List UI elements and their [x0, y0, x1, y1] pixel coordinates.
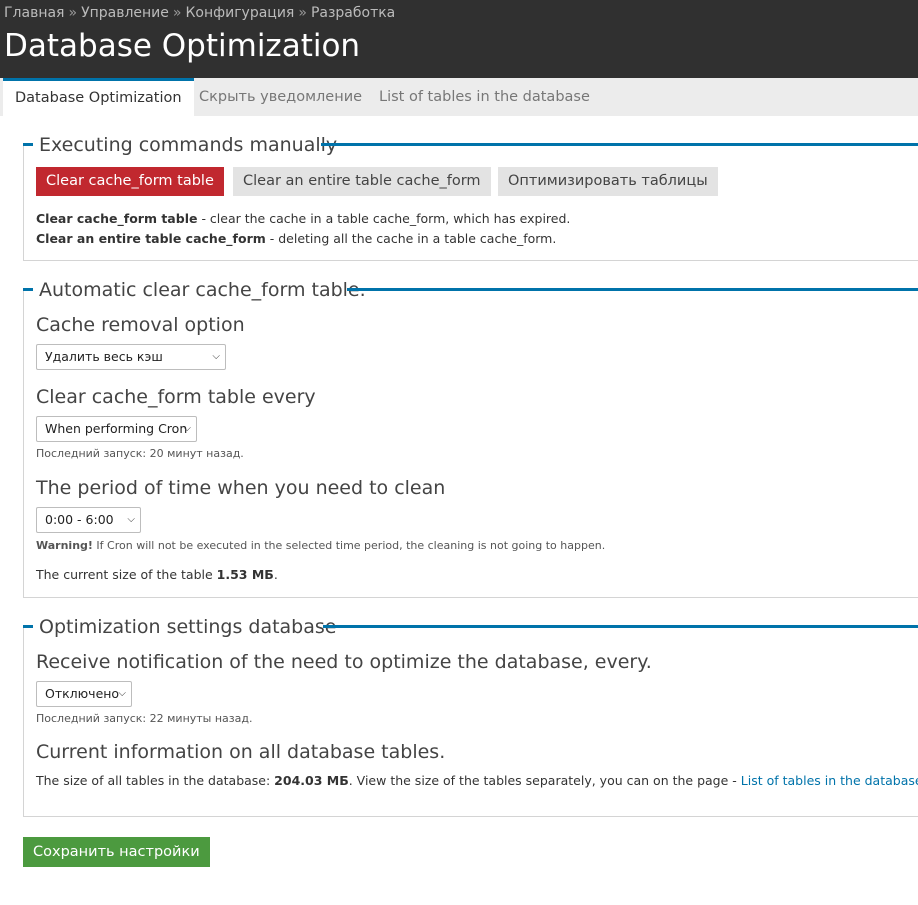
notify-frequency-select[interactable]: Отключено ⌵ [36, 681, 132, 707]
warning-label: Warning! [36, 539, 93, 552]
clear-every-select[interactable]: When performing Cron ⌵ [36, 416, 197, 442]
breadcrumb: Главная» Управление» Конфигурация» Разработ… [4, 5, 395, 21]
breadcrumb-separator: » [68, 5, 78, 21]
fieldset-manual-commands: Executing commands manually Clear cache_… [23, 132, 918, 261]
legend-rule [323, 625, 918, 628]
fieldset-auto-clear: Automatic clear cache_form table. Cache … [23, 277, 918, 598]
breadcrumb-config[interactable]: Конфигурация [185, 5, 294, 21]
breadcrumb-admin[interactable]: Управление [81, 5, 169, 21]
select-value: Удалить весь кэш [45, 349, 163, 364]
description-term: Clear an entire table cache_form [36, 231, 266, 246]
clean-period-select[interactable]: 0:00 - 6:00 ⌵ [36, 507, 141, 533]
warning-text: If Cron will not be executed in the sele… [92, 539, 606, 552]
legend-title: Optimization settings database [38, 614, 343, 640]
description-term: Clear cache_form table [36, 211, 198, 226]
tab-database-optimization[interactable]: Database Optimization [3, 78, 194, 116]
select-value: When performing Cron [45, 421, 188, 436]
breadcrumb-development[interactable]: Разработка [311, 5, 395, 21]
legend-rule [347, 288, 918, 291]
clean-period-label: The period of time when you need to clea… [36, 477, 446, 499]
page-header: Главная» Управление» Конфигурация» Разработ… [0, 0, 918, 78]
cache-removal-label: Cache removal option [36, 314, 245, 336]
table-size-suffix: . [273, 567, 278, 582]
clear-entire-table-button[interactable]: Clear an entire table cache_form [233, 167, 491, 196]
save-settings-button[interactable]: Сохранить настройки [23, 837, 210, 867]
db-size-prefix: The size of all tables in the database: [36, 773, 275, 788]
legend-rule [321, 143, 918, 146]
cron-warning: Warning! If Cron will not be executed in… [36, 539, 605, 552]
legend-accent [23, 625, 33, 628]
db-size-text: The size of all tables in the database: … [36, 773, 918, 788]
table-size-text: The current size of the table 1.53 МБ. [36, 567, 278, 582]
notify-label: Receive notification of the need to opti… [36, 651, 652, 673]
tab-hide-notification[interactable]: Скрыть уведомление [187, 78, 374, 116]
chevron-down-icon: ⌵ [118, 688, 126, 699]
description-text: - clear the cache in a table cache_form,… [197, 211, 571, 226]
cache-removal-select[interactable]: Удалить весь кэш ⌵ [36, 344, 226, 370]
tab-list-of-tables[interactable]: List of tables in the database [367, 78, 602, 116]
select-value: Отключено [45, 686, 120, 701]
fieldset-legend: Automatic clear cache_form table. [23, 277, 918, 303]
chevron-down-icon: ⌵ [212, 351, 220, 362]
legend-title: Executing commands manually [38, 132, 344, 158]
description-clear-all: Clear an entire table cache_form - delet… [36, 231, 556, 246]
legend-accent [23, 288, 33, 291]
db-size-middle: . View the size of the tables separately… [348, 773, 741, 788]
page-title: Database Optimization [4, 28, 361, 64]
db-size-value: 204.03 МБ [274, 773, 349, 788]
table-size-value: 1.53 МБ [216, 567, 274, 582]
select-value: 0:00 - 6:00 [45, 512, 114, 527]
breadcrumb-separator: » [298, 5, 307, 21]
breadcrumb-separator: » [172, 5, 182, 21]
clear-every-label: Clear cache_form table every [36, 386, 316, 408]
last-run-text: Последний запуск: 22 минуты назад. [36, 712, 253, 725]
list-of-tables-link[interactable]: List of tables in the database [741, 773, 918, 788]
description-text: - deleting all the cache in a table cach… [265, 231, 557, 246]
description-clear-expired: Clear cache_form table - clear the cache… [36, 211, 570, 226]
last-run-text: Последний запуск: 20 минут назад. [36, 447, 244, 460]
tab-bar: Database Optimization Скрыть уведомление… [0, 78, 918, 116]
optimize-tables-button[interactable]: Оптимизировать таблицы [498, 167, 718, 196]
chevron-down-icon: ⌵ [183, 423, 191, 434]
breadcrumb-home[interactable]: Главная [4, 5, 64, 21]
table-size-prefix: The current size of the table [36, 567, 217, 582]
chevron-down-icon: ⌵ [127, 514, 135, 525]
clear-cache-form-button[interactable]: Clear cache_form table [36, 167, 224, 196]
legend-accent [23, 143, 33, 146]
legend-title: Automatic clear cache_form table. [38, 277, 372, 303]
db-info-label: Current information on all database tabl… [36, 741, 446, 763]
fieldset-optimization-settings: Optimization settings database Receive n… [23, 614, 918, 817]
fieldset-legend: Optimization settings database [23, 614, 918, 640]
fieldset-legend: Executing commands manually [23, 132, 918, 158]
